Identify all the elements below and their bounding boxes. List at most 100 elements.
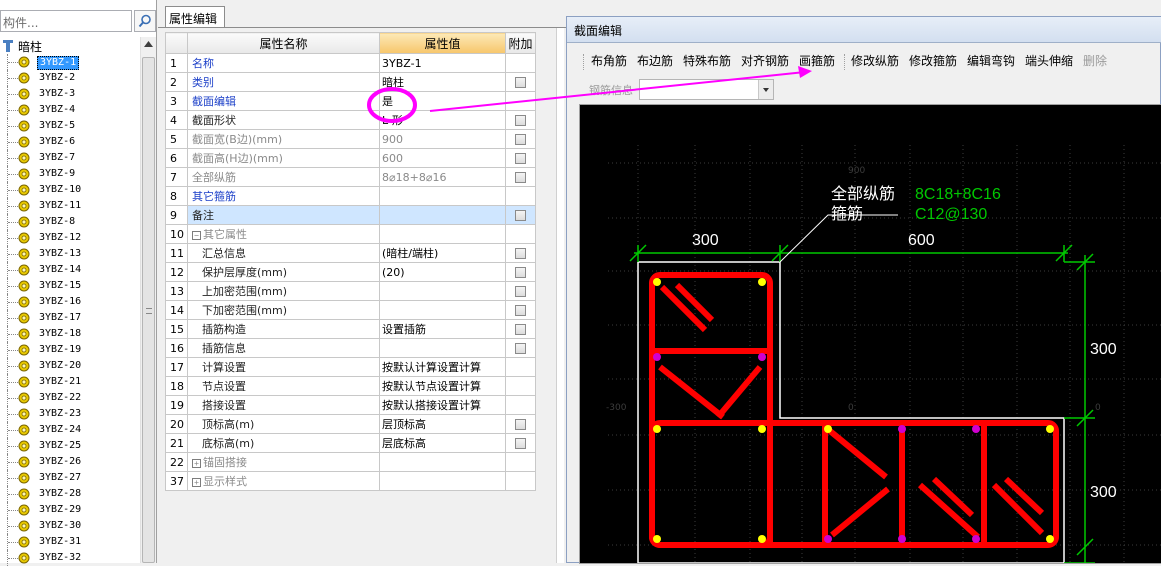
extra-checkbox[interactable] — [515, 343, 526, 354]
extra-checkbox[interactable] — [515, 438, 526, 449]
property-value-cell[interactable]: (暗柱/端柱) — [379, 243, 506, 263]
extra-cell[interactable] — [505, 319, 536, 339]
extra-cell[interactable] — [505, 414, 536, 434]
property-row[interactable]: 9 备注 — [165, 205, 536, 225]
section-drawing[interactable]: 900 -300 0 0 300 600 300 300 全部纵筋 箍筋 8C1… — [580, 105, 1161, 563]
toolbar-button[interactable]: 对齐钢筋 — [741, 52, 789, 69]
tree-item[interactable]: 3YBZ-11 — [0, 198, 140, 214]
extra-cell[interactable] — [505, 72, 536, 92]
tree-item[interactable]: 3YBZ-18 — [0, 326, 140, 342]
tree-item[interactable]: 3YBZ-12 — [0, 230, 140, 246]
tree-scrollbar[interactable] — [140, 37, 156, 563]
property-value-cell[interactable]: 900 — [379, 129, 506, 149]
property-row[interactable]: 12 保护层厚度(mm) (20) — [165, 262, 536, 282]
property-value-cell[interactable] — [379, 338, 506, 358]
property-value-cell[interactable]: 600 — [379, 148, 506, 168]
property-value-cell[interactable] — [379, 471, 506, 491]
tree-item[interactable]: 3YBZ-32 — [0, 550, 140, 566]
tree-item[interactable]: 3YBZ-29 — [0, 502, 140, 518]
property-value-cell[interactable] — [379, 224, 506, 244]
property-value-cell[interactable]: 按默认节点设置计算 — [379, 376, 506, 396]
property-row[interactable]: 5 截面宽(B边)(mm) 900 — [165, 129, 536, 149]
property-value-cell[interactable] — [379, 300, 506, 320]
tree-item[interactable]: 3YBZ-10 — [0, 182, 140, 198]
tree-root-node[interactable]: 暗柱 — [0, 37, 140, 55]
extra-checkbox[interactable] — [515, 172, 526, 183]
rebar-info-select[interactable] — [639, 79, 774, 100]
property-value-cell[interactable]: 层底标高 — [379, 433, 506, 453]
property-value-cell[interactable] — [379, 205, 506, 225]
property-value-cell[interactable] — [379, 186, 506, 206]
tree-item[interactable]: 3YBZ-26 — [0, 454, 140, 470]
tree-item[interactable]: 3YBZ-8 — [0, 214, 140, 230]
tree-item[interactable]: 3YBZ-9 — [0, 166, 140, 182]
tree-item[interactable]: 3YBZ-13 — [0, 246, 140, 262]
tree-item[interactable]: 3YBZ-2 — [0, 70, 140, 86]
property-row[interactable]: 11 汇总信息 (暗柱/端柱) — [165, 243, 536, 263]
property-row[interactable]: 2 类别 暗柱 — [165, 72, 536, 92]
property-row[interactable]: 15 插筋构造 设置插筋 — [165, 319, 536, 339]
property-row[interactable]: 37 + 显示样式 — [165, 471, 536, 491]
tree-item[interactable]: 3YBZ-27 — [0, 470, 140, 486]
property-value-cell[interactable]: L-形 — [379, 110, 506, 130]
property-row[interactable]: 13 上加密范围(mm) — [165, 281, 536, 301]
extra-cell[interactable] — [505, 129, 536, 149]
tree-item[interactable]: 3YBZ-15 — [0, 278, 140, 294]
property-row[interactable]: 14 下加密范围(mm) — [165, 300, 536, 320]
tree-item[interactable]: 3YBZ-16 — [0, 294, 140, 310]
extra-checkbox[interactable] — [515, 324, 526, 335]
tree-item[interactable]: 3YBZ-7 — [0, 150, 140, 166]
extra-checkbox[interactable] — [515, 248, 526, 259]
property-row[interactable]: 19 搭接设置 按默认搭接设置计算 — [165, 395, 536, 415]
property-value-cell[interactable]: 8⌀18+8⌀16 — [379, 167, 506, 187]
property-value-cell[interactable]: 3YBZ-1 — [379, 53, 506, 73]
property-row[interactable]: 21 底标高(m) 层底标高 — [165, 433, 536, 453]
property-row[interactable]: 20 顶标高(m) 层顶标高 — [165, 414, 536, 434]
collapse-icon[interactable]: − — [192, 230, 201, 240]
tree-item[interactable]: 3YBZ-22 — [0, 390, 140, 406]
tree-item[interactable]: 3YBZ-24 — [0, 422, 140, 438]
tree-item[interactable]: 3YBZ-3 — [0, 86, 140, 102]
tree-scroll-thumb[interactable] — [142, 57, 155, 563]
tree-item[interactable]: 3YBZ-23 — [0, 406, 140, 422]
extra-cell[interactable] — [505, 300, 536, 320]
property-value-cell[interactable] — [379, 281, 506, 301]
property-row[interactable]: 4 截面形状 L-形 — [165, 110, 536, 130]
property-row[interactable]: 22 + 锚固搭接 — [165, 452, 536, 472]
property-row[interactable]: 3 截面编辑 是 — [165, 91, 536, 111]
extra-cell[interactable] — [505, 281, 536, 301]
chevron-down-icon[interactable] — [758, 80, 773, 99]
tree-item[interactable]: 3YBZ-31 — [0, 534, 140, 550]
extra-cell[interactable] — [505, 262, 536, 282]
property-row[interactable]: 7 全部纵筋 8⌀18+8⌀16 — [165, 167, 536, 187]
extra-cell[interactable] — [505, 338, 536, 358]
tree-item[interactable]: 3YBZ-25 — [0, 438, 140, 454]
property-row[interactable]: 1 名称 3YBZ-1 — [165, 53, 536, 73]
property-value-cell[interactable]: 按默认搭接设置计算 — [379, 395, 506, 415]
tree-item[interactable]: 3YBZ-17 — [0, 310, 140, 326]
extra-checkbox[interactable] — [515, 286, 526, 297]
extra-cell[interactable] — [505, 243, 536, 263]
extra-checkbox[interactable] — [515, 115, 526, 126]
property-row[interactable]: 8 其它箍筋 — [165, 186, 536, 206]
expand-icon[interactable]: + — [192, 477, 201, 487]
tree-item[interactable]: 3YBZ-4 — [0, 102, 140, 118]
property-value-cell[interactable]: 按默认计算设置计算 — [379, 357, 506, 377]
toolbar-button[interactable]: 布角筋 — [591, 52, 627, 69]
property-value-cell[interactable]: (20) — [379, 262, 506, 282]
tree-item[interactable]: 3YBZ-30 — [0, 518, 140, 534]
extra-cell[interactable] — [505, 148, 536, 168]
property-row[interactable]: 10− 其它属性 — [165, 224, 536, 244]
property-value-cell[interactable]: 暗柱 — [379, 72, 506, 92]
property-value-cell[interactable] — [379, 452, 506, 472]
property-row[interactable]: 18 节点设置 按默认节点设置计算 — [165, 376, 536, 396]
extra-checkbox[interactable] — [515, 267, 526, 278]
tree-item[interactable]: 3YBZ-5 — [0, 118, 140, 134]
toolbar-button[interactable]: 布边筋 — [637, 52, 673, 69]
property-value-cell[interactable]: 是 — [379, 91, 506, 111]
toolbar-button[interactable]: 修改纵筋 — [851, 52, 899, 69]
expand-icon[interactable]: + — [192, 458, 201, 468]
tree-item[interactable]: 3YBZ-14 — [0, 262, 140, 278]
search-input[interactable]: 构件... — [0, 10, 132, 32]
scroll-up-icon[interactable] — [144, 41, 153, 47]
